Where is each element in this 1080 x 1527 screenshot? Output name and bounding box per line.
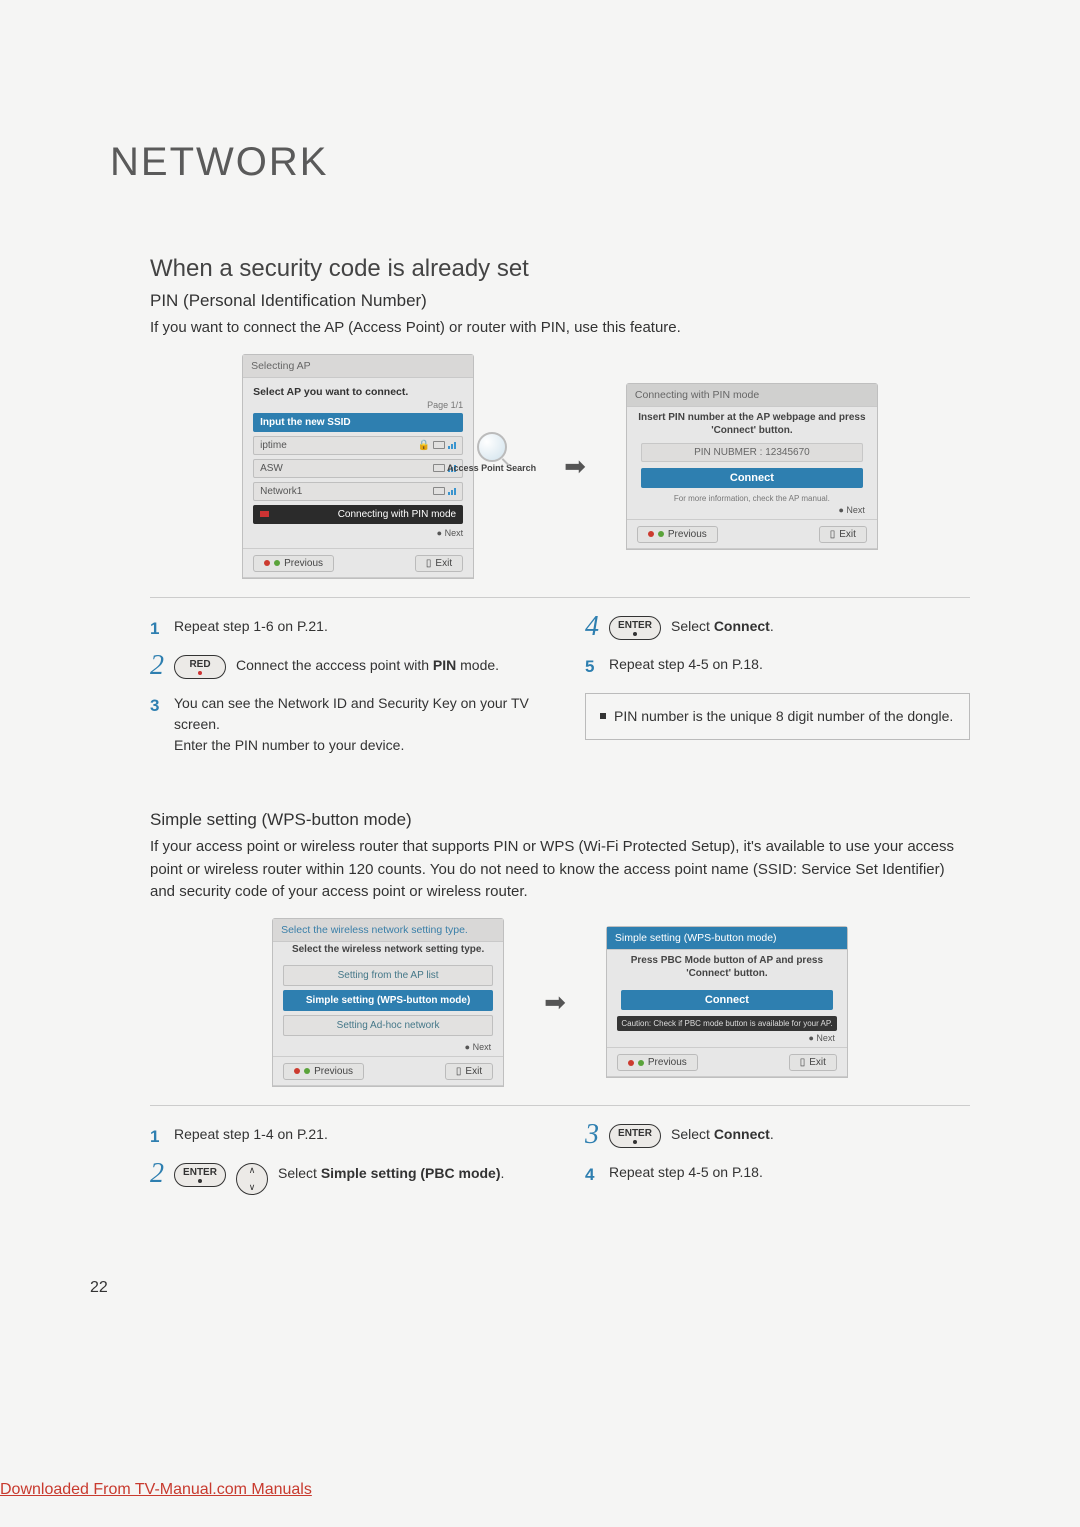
wps-instruction: Press PBC Mode button of AP and press 'C…	[607, 950, 847, 984]
row-label: Network1	[260, 486, 302, 497]
opt-adhoc[interactable]: Setting Ad-hoc network	[283, 1015, 493, 1036]
arrow-icon: ➡	[538, 987, 572, 1018]
osd-pin-mode: Connecting with PIN mode Insert PIN numb…	[626, 383, 878, 550]
step-number: 3	[150, 693, 164, 719]
osd-titlebar: Simple setting (WPS-button mode)	[607, 927, 847, 950]
signal-icon	[433, 487, 456, 495]
pin-number-display: PIN NUBMER : 12345670	[641, 443, 863, 462]
note-box: PIN number is the unique 8 digit number …	[585, 693, 970, 740]
step-text: Select Connect.	[671, 616, 774, 637]
page-title: NETWORK	[110, 140, 970, 185]
step-number: 2	[150, 1163, 164, 1185]
caution-bar: Caution: Check if PBC mode button is ava…	[617, 1016, 837, 1031]
osd-header: Select the wireless network setting type…	[273, 942, 503, 961]
osd-titlebar: Connecting with PIN mode	[627, 384, 877, 407]
step-number: 2	[150, 655, 164, 677]
osd-selecting-ap: Selecting AP Select AP you want to conne…	[242, 354, 474, 579]
step-text: Repeat step 1-6 on P.21.	[174, 616, 328, 637]
footer-link[interactable]: Downloaded From TV-Manual.com Manuals	[0, 1481, 312, 1499]
subheading-wps: Simple setting (WPS-button mode)	[150, 810, 970, 830]
enter-key: ENTER	[174, 1163, 226, 1187]
step-text: Select Simple setting (PBC mode).	[278, 1163, 504, 1184]
subheading-pin: PIN (Personal Identification Number)	[150, 291, 970, 311]
red-key: RED	[174, 655, 226, 679]
pin-instruction: Insert PIN number at the AP webpage and …	[627, 407, 877, 441]
step-number: 1	[150, 616, 164, 642]
step-text: Repeat step 4-5 on P.18.	[609, 654, 763, 675]
enter-key: ENTER	[609, 616, 661, 640]
manual-note: For more information, check the AP manua…	[627, 494, 877, 503]
next-label: Next	[445, 528, 464, 538]
previous-button[interactable]: Previous	[253, 555, 334, 572]
osd-titlebar: Select the wireless network setting type…	[273, 919, 503, 942]
step-text: Repeat step 1-4 on P.21.	[174, 1124, 328, 1145]
previous-button[interactable]: Previous	[637, 526, 718, 543]
exit-button[interactable]: ▯ Exit	[445, 1063, 493, 1080]
step-number: 4	[585, 616, 599, 638]
opt-ap-list[interactable]: Setting from the AP list	[283, 965, 493, 986]
lock-icon: 🔒	[418, 440, 430, 451]
row-label: Connecting with PIN mode	[338, 509, 456, 520]
page-indicator: Page 1/1	[253, 400, 463, 410]
osd-subhead: Select AP you want to connect.	[253, 386, 463, 398]
step-text: Select Connect.	[671, 1124, 774, 1145]
next-label: Next	[473, 1042, 492, 1052]
next-label: Next	[846, 505, 865, 515]
osd-wireless-type: Select the wireless network setting type…	[272, 918, 504, 1087]
intro-text-b: If your access point or wireless router …	[150, 836, 970, 904]
step-number: 4	[585, 1162, 599, 1188]
row-pin-mode[interactable]: Connecting with PIN mode	[253, 505, 463, 524]
step-text: Repeat step 4-5 on P.18.	[609, 1162, 763, 1183]
row-ap-asw[interactable]: ASW	[253, 459, 463, 478]
previous-button[interactable]: Previous	[617, 1054, 698, 1071]
exit-button[interactable]: ▯ Exit	[415, 555, 463, 572]
row-ap-network1[interactable]: Network1	[253, 482, 463, 501]
connect-button[interactable]: Connect	[641, 468, 863, 488]
step-text: You can see the Network ID and Security …	[174, 693, 535, 756]
connect-button[interactable]: Connect	[621, 990, 833, 1010]
note-text: PIN number is the unique 8 digit number …	[614, 706, 953, 727]
step-text: Connect the acccess point with PIN mode.	[236, 655, 499, 676]
previous-button[interactable]: Previous	[283, 1063, 364, 1080]
exit-button[interactable]: ▯ Exit	[819, 526, 867, 543]
osd-wps-run: Simple setting (WPS-button mode) Press P…	[606, 926, 848, 1078]
enter-key: ENTER	[609, 1124, 661, 1148]
row-label: iptime	[260, 440, 287, 451]
step-number: 1	[150, 1124, 164, 1150]
opt-wps[interactable]: Simple setting (WPS-button mode)	[283, 990, 493, 1011]
row-input-ssid[interactable]: Input the new SSID	[253, 413, 463, 432]
nav-ring-icon	[236, 1163, 268, 1195]
step-number: 5	[585, 654, 599, 680]
section-heading-security: When a security code is already set	[150, 255, 970, 283]
osd-titlebar: Selecting AP	[243, 355, 473, 378]
exit-button[interactable]: ▯ Exit	[789, 1054, 837, 1071]
access-point-search[interactable]: Access Point Search	[447, 432, 536, 474]
row-label: ASW	[260, 463, 283, 474]
magnifier-icon	[477, 432, 507, 462]
bullet-icon	[600, 713, 606, 719]
page-number: 22	[90, 1279, 108, 1297]
row-ap-iptime[interactable]: iptime 🔒	[253, 436, 463, 455]
arrow-icon: ➡	[558, 451, 592, 482]
step-number: 3	[585, 1124, 599, 1146]
next-label: Next	[816, 1033, 835, 1043]
intro-text-a: If you want to connect the AP (Access Po…	[150, 317, 970, 340]
row-label: Input the new SSID	[260, 417, 351, 428]
